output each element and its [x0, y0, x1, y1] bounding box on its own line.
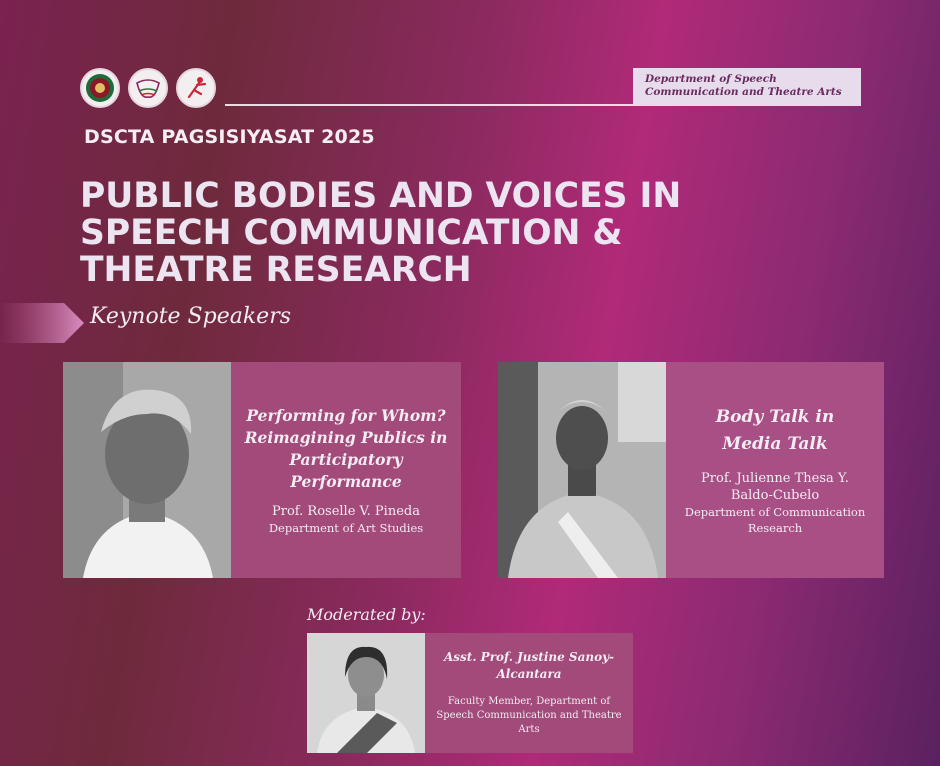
speaker-affiliation: Department of Communication Research	[684, 505, 866, 535]
moderator-photo	[307, 633, 425, 753]
masks-logo-icon	[128, 68, 168, 108]
university-seal-icon	[80, 68, 120, 108]
department-name: Department of Speech Communication and T…	[645, 73, 842, 98]
dancer-logo-icon	[176, 68, 216, 108]
speaker-affiliation: Department of Art Studies	[268, 520, 424, 535]
moderated-by-label: Moderated by:	[307, 605, 426, 624]
logo-row	[80, 68, 216, 108]
talk-title: Performing for Whom? Reimagining Publics…	[244, 405, 448, 491]
section-heading-keynote: Keynote Speakers	[90, 304, 292, 329]
speaker-photo	[498, 362, 666, 578]
speaker-info: Body Talk in Media Talk Prof. Julienne T…	[666, 362, 884, 578]
moderator-info: Asst. Prof. Justine Sanoy-Alcantara Facu…	[425, 633, 633, 753]
speaker-name: Prof. Roselle V. Pineda	[272, 503, 420, 519]
speaker-info: Performing for Whom? Reimagining Publics…	[231, 362, 461, 578]
speaker-name: Prof. Julienne Thesa Y. Baldo-Cubelo	[701, 471, 849, 503]
speaker-card: Body Talk in Media Talk Prof. Julienne T…	[498, 362, 884, 578]
moderator-card: Asst. Prof. Justine Sanoy-Alcantara Facu…	[307, 633, 633, 753]
event-name: DSCTA PAGSISIYASAT 2025	[84, 126, 375, 148]
moderator-name: Asst. Prof. Justine Sanoy-Alcantara	[443, 650, 615, 681]
arrow-banner-icon	[0, 303, 84, 343]
talk-title: Body Talk in Media Talk	[715, 407, 835, 454]
speaker-card: Performing for Whom? Reimagining Publics…	[63, 362, 461, 578]
department-banner: Department of Speech Communication and T…	[633, 68, 861, 106]
moderator-affiliation: Faculty Member, Department of Speech Com…	[436, 696, 622, 735]
speaker-photo	[63, 362, 231, 578]
page-title: PUBLIC BODIES AND VOICES IN SPEECH COMMU…	[80, 176, 682, 290]
